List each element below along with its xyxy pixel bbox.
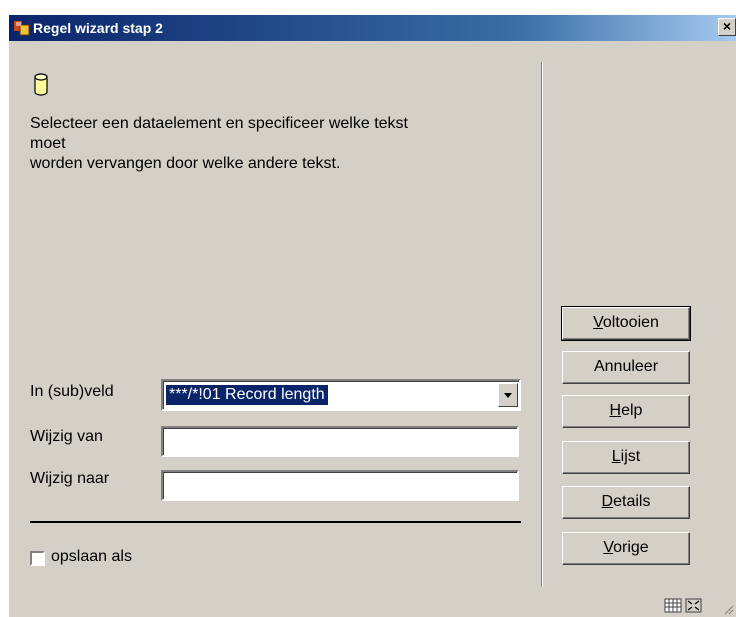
- instruction-text: Selecteer een dataelement en specificeer…: [30, 114, 510, 174]
- instruction-line-2: moet: [30, 135, 66, 152]
- details-label-post: etails: [613, 493, 651, 510]
- previous-accesskey: V: [603, 539, 614, 556]
- field-select[interactable]: ***/*!01 Record length: [161, 379, 521, 411]
- save-as-label: opslaan als: [51, 548, 132, 565]
- field-select-value: ***/*!01 Record length: [166, 385, 328, 405]
- expand-icon[interactable]: [685, 598, 702, 613]
- window-title: Regel wizard stap 2: [33, 20, 163, 36]
- field-label: In (sub)veld: [30, 383, 114, 400]
- horizontal-divider: [30, 521, 521, 523]
- app-icon: [14, 21, 30, 36]
- to-label: Wijzig naar: [30, 470, 110, 487]
- chevron-down-icon[interactable]: [498, 383, 518, 407]
- list-accesskey: L: [611, 448, 621, 465]
- previous-button[interactable]: Vorige: [562, 532, 690, 565]
- save-as-checkbox[interactable]: [30, 551, 45, 566]
- grid-icon[interactable]: [664, 598, 682, 613]
- finish-label-post: oltooien: [602, 314, 659, 331]
- close-button[interactable]: ×: [718, 18, 736, 36]
- help-accesskey: H: [609, 402, 622, 419]
- resize-grip-icon[interactable]: [722, 603, 734, 615]
- title-bar[interactable]: Regel wizard stap 2 ×: [9, 15, 736, 41]
- details-button[interactable]: Details: [562, 486, 690, 519]
- database-icon: [34, 73, 48, 96]
- from-input[interactable]: [161, 426, 519, 457]
- cancel-button[interactable]: Annuleer: [562, 351, 690, 384]
- dialog-window: Regel wizard stap 2 × Selecteer een data…: [8, 14, 736, 617]
- details-accesskey: D: [601, 493, 614, 510]
- list-label-post: ijst: [620, 448, 641, 465]
- help-label-post: elp: [621, 402, 643, 419]
- list-button[interactable]: Lijst: [562, 441, 690, 474]
- vertical-divider: [541, 62, 543, 587]
- help-button[interactable]: Help: [562, 395, 690, 428]
- instruction-line-3: worden vervangen door welke andere tekst…: [30, 155, 341, 172]
- previous-label-post: orige: [613, 539, 649, 556]
- from-label: Wijzig van: [30, 428, 103, 445]
- finish-button[interactable]: Voltooien: [561, 306, 691, 341]
- to-input[interactable]: [161, 470, 519, 501]
- finish-accesskey: V: [593, 314, 603, 331]
- instruction-line-1: Selecteer een dataelement en specificeer…: [30, 115, 408, 132]
